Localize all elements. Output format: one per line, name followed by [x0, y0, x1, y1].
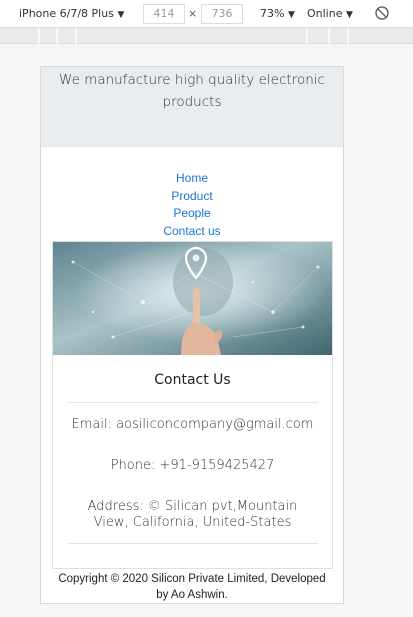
divider	[67, 402, 318, 403]
contact-phone: Phone: +91-9159425427	[110, 458, 275, 473]
banner: We manufacture high quality electronic p…	[41, 67, 343, 147]
footer: Copyright © 2020 Silicon Private Limited…	[41, 571, 343, 603]
width-input[interactable]: 414	[143, 4, 185, 24]
nav-link-home[interactable]: Home	[41, 170, 343, 188]
nav-link-product[interactable]: Product	[41, 188, 343, 206]
footer-line: Copyright © 2020 Silicon Private Limited…	[58, 573, 326, 585]
nav-link-people[interactable]: People	[41, 205, 343, 223]
contact-title: Contact Us	[154, 372, 231, 388]
zoom-select[interactable]: 73% ▼	[260, 7, 295, 20]
divider	[67, 543, 318, 544]
zoom-label: 73%	[260, 7, 285, 20]
times-sign: ×	[188, 7, 198, 20]
devtools-toolbar: iPhone 6/7/8 Plus ▼ 414 × 736 73% ▼ Onli…	[0, 0, 413, 28]
nav-link-contact[interactable]: Contact us	[41, 223, 343, 241]
chevron-down-icon: ▼	[287, 10, 295, 20]
media-query-ruler	[0, 28, 413, 44]
hero-image	[53, 242, 332, 355]
rotate-icon[interactable]	[374, 5, 390, 21]
network-label: Online	[307, 7, 343, 20]
chevron-down-icon: ▼	[117, 10, 125, 20]
banner-text: We manufacture high quality electronic p…	[59, 72, 325, 110]
contact-email: Email: aosiliconcompany@gmail.com	[71, 417, 314, 432]
chevron-down-icon: ▼	[345, 10, 353, 20]
contact-address: Address: © Silican pvt,Mountain View, Ca…	[53, 499, 332, 531]
height-input[interactable]: 736	[201, 4, 243, 24]
address-line: View, California, United-States	[93, 515, 292, 530]
footer-line: by Ao Ashwin.	[156, 589, 228, 601]
device-label: iPhone 6/7/8 Plus	[19, 7, 114, 20]
nav-menu: Home Product People Contact us	[41, 170, 343, 240]
device-viewport: We manufacture high quality electronic p…	[40, 66, 344, 604]
device-select[interactable]: iPhone 6/7/8 Plus ▼	[19, 7, 124, 20]
network-select[interactable]: Online ▼	[307, 7, 353, 20]
address-line: Address: © Silican pvt,Mountain	[87, 499, 298, 514]
contact-card: Contact Us Email: aosiliconcompany@gmail…	[52, 241, 333, 569]
